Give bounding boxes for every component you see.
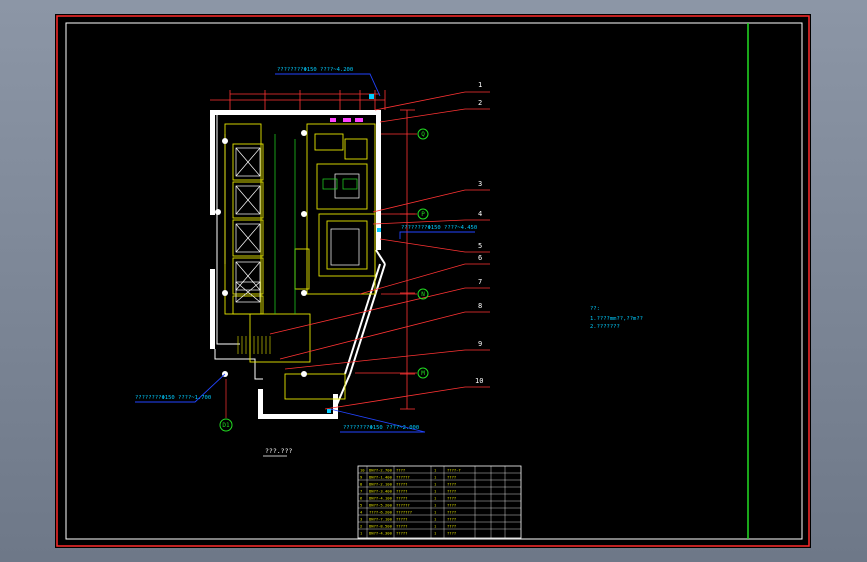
outer-sheet-border <box>56 15 810 547</box>
table-cell: ????-? <box>447 468 461 473</box>
table-cell: ????? <box>396 517 407 522</box>
table-cell: 1 <box>434 496 437 501</box>
table-cell: 8 <box>360 482 363 487</box>
table-cell: 3 <box>360 517 362 522</box>
table-cell: ????? <box>396 489 407 494</box>
table-cell: ?????? <box>396 503 410 508</box>
magenta-fixtures <box>330 118 363 122</box>
table-cell: 1 <box>434 510 437 515</box>
table-cell: ???? <box>447 524 456 529</box>
table-cell: 1 <box>360 531 363 536</box>
table-cell: 5 <box>360 503 362 508</box>
table-cell: ???? <box>447 496 456 501</box>
table-cell: 9 <box>360 475 363 480</box>
callout-1: 1 <box>478 81 482 89</box>
equipment-table: 10 DN??-2.700???? 1 ????-? 9 DN??-1.400??????… <box>357 465 522 539</box>
table-cell: DN??-1.400 <box>369 475 393 480</box>
top-dimension-chain <box>210 90 386 110</box>
table-cell: ???? <box>447 503 456 508</box>
callout-4: 4 <box>478 210 482 218</box>
pipe-note-bottom-right: ????????Φ150 ????~2.000 <box>343 425 419 431</box>
table-cell: ???? <box>447 517 456 522</box>
right-dimension-chain <box>400 109 415 410</box>
cad-viewport[interactable]: Q P N M D1 1 2 3 4 5 6 7 8 9 10 ????????… <box>55 14 811 548</box>
pipe-note-mid: ????????Φ150 ????~4.450 <box>401 225 477 231</box>
callout-5: 5 <box>478 242 482 250</box>
notes-line-1: 1.????mm??,??m?? <box>590 316 643 322</box>
cad-drawing-sheet: Q P N M D1 1 2 3 4 5 6 7 8 9 10 ????????… <box>56 15 810 547</box>
table-cell: DN??-3.400 <box>369 489 393 494</box>
table-cell: 2 <box>360 524 362 529</box>
table-cell: ???? <box>447 531 456 536</box>
table-cell: ???? <box>447 475 456 480</box>
inner-sheet-border <box>65 22 803 540</box>
table-cell: 6 <box>360 496 363 501</box>
table-cell: DN??-2.700 <box>369 468 393 473</box>
table-cell: ????? <box>396 524 407 529</box>
table-cell: 1 <box>434 503 437 508</box>
axis-label-n: N <box>421 291 425 298</box>
table-cell: DN??-5.200 <box>369 503 393 508</box>
table-cell: ????? <box>396 482 407 487</box>
callout-10: 10 <box>475 377 483 385</box>
table-cell: ????? <box>396 531 407 536</box>
plan-title: ???.??? <box>265 447 292 455</box>
table-cell: 1 <box>434 531 437 536</box>
slanted-wall <box>334 249 386 410</box>
table-cell: 10 <box>360 468 365 473</box>
table-cell: DN??-4.100 <box>369 496 393 501</box>
callout-8: 8 <box>478 302 482 310</box>
table-cell: 1 <box>434 489 437 494</box>
green-details <box>274 134 358 314</box>
table-cell: ???? <box>447 482 456 487</box>
table-cell: 7 <box>360 489 362 494</box>
pipe-note-top: ????????Φ150 ????~4.200 <box>277 67 353 73</box>
table-cell: ???? <box>447 510 456 515</box>
axis-label-p: P <box>421 211 425 218</box>
table-cell: 4 <box>360 510 363 515</box>
table-cell: 1 <box>434 475 437 480</box>
table-cell: ???? <box>447 489 456 494</box>
table-cell: DN??-2.100 <box>369 482 393 487</box>
table-cell: 1 <box>434 517 437 522</box>
interior-partitions <box>224 123 376 400</box>
callout-2: 2 <box>478 99 482 107</box>
stair-hatch <box>237 336 271 354</box>
callout-6: 6 <box>478 254 482 262</box>
table-cell: DN??-4.300 <box>369 531 393 536</box>
equipment-units <box>235 147 360 303</box>
table-cell: ?????? <box>396 475 410 480</box>
table-cell: DN??-7.100 <box>369 517 393 522</box>
notes-heading: ??: <box>590 306 600 312</box>
drain-markers <box>327 94 381 413</box>
axis-label-q: Q <box>421 131 425 138</box>
table-cell: ??????? <box>396 510 412 515</box>
table-cell: ???? <box>396 468 405 473</box>
table-cell: 1 <box>434 524 437 529</box>
table-cell: 1 <box>434 468 437 473</box>
callout-7: 7 <box>478 278 482 286</box>
pipe-note-bottom-left: ????????Φ150 ????~1.700 <box>135 395 211 401</box>
table-cell: ????? <box>396 496 407 501</box>
table-cell: 1 <box>434 482 437 487</box>
axis-label-d1: D1 <box>222 422 230 429</box>
callout-numbers: 1 2 3 4 5 6 7 8 9 10 <box>475 81 483 385</box>
notes-line-2: 2.??????? <box>590 324 620 330</box>
notes-block: ??: 1.????mm??,??m?? 2.??????? <box>590 306 643 330</box>
table-cell: DN??-8.500 <box>369 524 393 529</box>
callout-9: 9 <box>478 340 482 348</box>
callout-3: 3 <box>478 180 482 188</box>
table-cell: ????-6.200 <box>369 510 393 515</box>
axis-label-m: M <box>421 370 425 377</box>
